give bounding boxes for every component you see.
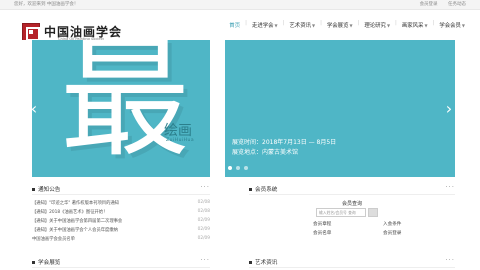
poster-gap — [210, 40, 225, 177]
panel-header: 学会展览 ··· — [32, 256, 210, 268]
notice-list: 【通知】"印迹之华" 著作权版本刊项目的通知 02/08 【通知】2018《油画艺… — [32, 199, 210, 244]
square-bullet-icon — [32, 188, 35, 191]
nav-item-exhibitions[interactable]: 学会展览 ▼ — [322, 20, 358, 30]
square-bullet-icon — [32, 261, 35, 264]
nav-label: 理论研究 — [364, 23, 386, 29]
member-login-link[interactable]: 会员登录 — [383, 230, 401, 236]
member-system-panel: 会员系统 ··· 会员查询 输入姓名/会员号 查询 会员章程 入会条件 会员名单… — [249, 183, 455, 246]
list-item[interactable]: 【通知】2018《油画艺术》图征开始！ 02/08 — [32, 208, 210, 217]
nav-label: 画家风采 — [401, 23, 424, 29]
more-icon[interactable]: ··· — [200, 183, 210, 191]
top-links: 会员登录 任务动态 — [411, 1, 466, 7]
notice-text: 【通知】关于中国油画学会个人会员年度缴纳 — [32, 228, 118, 233]
member-links-row: 会员名单 会员登录 — [313, 230, 417, 239]
notice-date: 02/09 — [197, 227, 210, 232]
panel-title: 通知公告 — [38, 187, 61, 193]
notice-text: 【通知】"印迹之华" 著作权版本刊项目的通知 — [32, 201, 119, 206]
chevron-down-icon: ▼ — [461, 22, 465, 28]
notice-date: 02/09 — [197, 236, 210, 241]
notice-panel: 通知公告 ··· 【通知】"印迹之华" 著作权版本刊项目的通知 02/08 【通知… — [32, 183, 210, 246]
poster-left-panel: 最 最 — [32, 40, 210, 177]
notice-text: 中国油画学会会员名单 — [32, 237, 75, 242]
top-bar: 您好，欢迎来到 中国油画学会！ 会员登录 任务动态 — [0, 0, 480, 10]
notice-text: 【通知】关于中国油画学会第四届第二次理事会 — [32, 219, 123, 224]
panel-header: 通知公告 ··· — [32, 183, 210, 195]
society-seal-logo[interactable] — [22, 23, 40, 41]
nav-item-members[interactable]: 学会会员 ▼ — [434, 20, 470, 30]
square-bullet-icon — [249, 188, 252, 191]
chevron-down-icon: ▼ — [274, 22, 278, 28]
nav-label: 首页 — [229, 23, 241, 29]
list-item[interactable]: 【通知】关于中国油画学会第四届第二次理事会 02/09 — [32, 217, 210, 226]
nav-label: 走进学会 — [251, 23, 274, 29]
nav-item-painters[interactable]: 画家风采 ▼ — [397, 20, 433, 30]
panel-title: 会员系统 — [255, 187, 278, 193]
panel-title: 学会展览 — [38, 260, 61, 266]
more-icon[interactable]: ··· — [200, 256, 210, 264]
carousel-dots — [228, 166, 248, 170]
member-charter-link[interactable]: 会员章程 — [313, 221, 331, 227]
notice-date: 02/09 — [197, 218, 210, 223]
notice-date: 02/08 — [197, 209, 210, 214]
chevron-down-icon: ▼ — [349, 22, 353, 28]
member-query-title: 会员查询 — [341, 201, 362, 207]
nav-label: 艺术资讯 — [289, 23, 311, 29]
panel-header: 会员系统 ··· — [249, 183, 455, 195]
exhibitions-panel: 学会展览 ··· — [32, 256, 210, 270]
join-conditions-link[interactable]: 入会条件 — [383, 221, 401, 227]
list-item[interactable]: 【通知】"印迹之华" 著作权版本刊项目的通知 02/08 — [32, 199, 210, 208]
exhibition-title: 绘画 — [164, 123, 192, 139]
chevron-down-icon: ▼ — [424, 22, 428, 28]
nav-item-art-news[interactable]: 艺术资讯 ▼ — [284, 20, 320, 30]
carousel-dot[interactable] — [236, 166, 240, 170]
carousel-prev-arrow-icon[interactable]: ‹ — [28, 100, 40, 118]
exhibition-subtitle: ZuiHuiHua — [166, 138, 195, 143]
carousel-dot[interactable] — [228, 166, 232, 170]
notice-date: 02/08 — [197, 200, 210, 205]
hero-carousel[interactable]: 最 最 绘画 ZuiHuiHua 展览时间：2018年7月13日 — 8月5日 … — [0, 40, 480, 177]
panel-title: 艺术资讯 — [255, 260, 278, 266]
nav-item-home[interactable]: 首页 — [224, 20, 245, 30]
exhibition-info: 展览时间：2018年7月13日 — 8月5日 展览地点：内蒙古美术馆 — [232, 138, 336, 158]
greeting-text: 您好，欢迎来到 中国油画学会！ — [14, 2, 79, 7]
chevron-down-icon: ▼ — [386, 22, 391, 28]
chevron-down-icon: ▼ — [311, 22, 316, 28]
exhibition-venue: 展览地点：内蒙古美术馆 — [232, 149, 299, 156]
search-button[interactable] — [368, 208, 378, 217]
more-icon[interactable]: ··· — [445, 183, 455, 191]
carousel-dot[interactable] — [244, 166, 248, 170]
list-item[interactable]: 【通知】关于中国油画学会个人会员年度缴纳 02/09 — [32, 226, 210, 235]
exhibition-dates: 展览时间：2018年7月13日 — 8月5日 — [232, 139, 337, 146]
list-item[interactable]: 中国油画学会会员名单 02/09 — [32, 235, 210, 244]
nav-item-theory[interactable]: 理论研究 ▼ — [359, 20, 395, 30]
task-updates-link[interactable]: 任务动态 — [448, 2, 466, 7]
carousel-next-arrow-icon[interactable]: › — [443, 100, 455, 118]
member-links: 会员章程 入会条件 会员名单 会员登录 — [313, 221, 417, 239]
main-nav: 首页 | 走进学会 ▼ | 艺术资讯 ▼ | 学会展览 ▼ | 理论研究 ▼ | 画家风… — [224, 20, 470, 30]
more-icon[interactable]: ··· — [445, 256, 455, 264]
square-bullet-icon — [249, 261, 252, 264]
notice-text: 【通知】2018《油画艺术》图征开始！ — [32, 210, 108, 215]
poster-big-char: 最 — [60, 40, 191, 175]
member-links-row: 会员章程 入会条件 — [313, 221, 417, 230]
member-list-link[interactable]: 会员名单 — [313, 230, 331, 236]
member-login-link[interactable]: 会员登录 — [420, 2, 438, 7]
panel-header: 艺术资讯 ··· — [249, 256, 455, 268]
member-search-input[interactable]: 输入姓名/会员号 查询 — [316, 208, 366, 217]
art-news-panel: 艺术资讯 ··· — [249, 256, 455, 270]
nav-label: 学会展览 — [326, 23, 349, 29]
nav-item-about[interactable]: 走进学会 ▼ — [247, 20, 283, 30]
nav-label: 学会会员 — [439, 23, 461, 29]
